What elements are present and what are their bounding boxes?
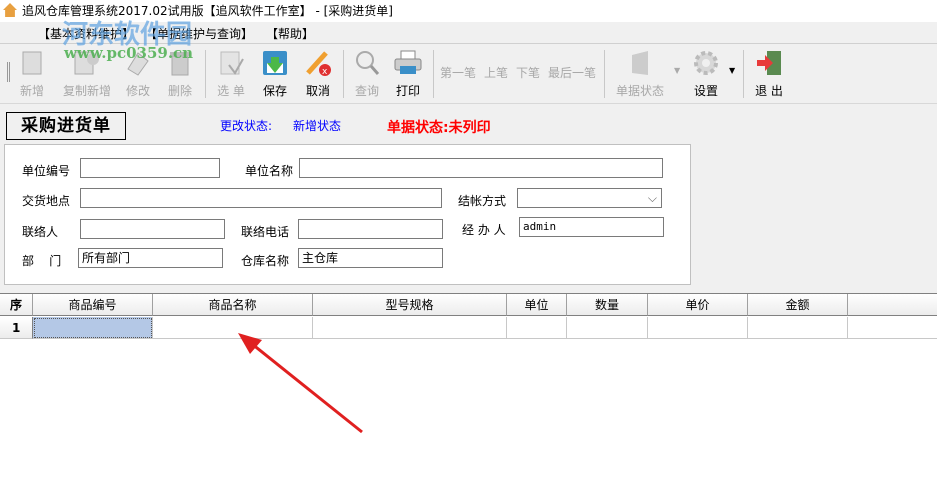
annotation-arrow (238, 333, 363, 434)
